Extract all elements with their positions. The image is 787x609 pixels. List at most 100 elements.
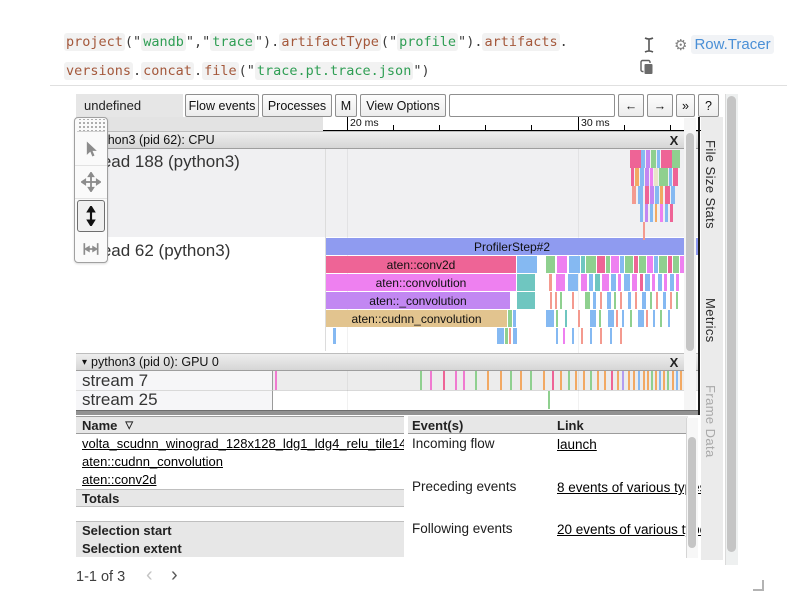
gpu-kernel-slice[interactable] — [655, 371, 657, 390]
gpu-kernel-slice[interactable] — [520, 371, 522, 390]
trace-event-slice[interactable] — [643, 222, 645, 240]
gpu-kernel-slice[interactable] — [510, 371, 512, 390]
trace-event-slice[interactable] — [620, 256, 624, 273]
trace-event-slice[interactable] — [665, 204, 668, 222]
cpu-section-close-button[interactable]: X — [664, 131, 684, 149]
query-expression-line-2[interactable]: versions.concat.file("trace.pt.trace.jso… — [64, 62, 430, 84]
trace-event-slice[interactable] — [568, 274, 578, 291]
name-table-row[interactable]: aten::conv2d — [76, 470, 404, 488]
trace-event-slice[interactable] — [661, 150, 672, 168]
gpu-kernel-slice[interactable] — [548, 391, 550, 409]
gpu-kernel-slice[interactable] — [583, 371, 585, 390]
trace-event-slice[interactable] — [614, 292, 616, 309]
pagination-prev-button[interactable]: ‹ — [146, 564, 153, 587]
gear-icon[interactable]: ⚙ — [674, 36, 687, 54]
resize-grip[interactable] — [753, 580, 764, 591]
cpu-process-header[interactable]: ▾ python3 (pid 62): CPU — [76, 131, 698, 149]
trace-event-slice[interactable] — [630, 150, 641, 168]
zoom-tool-button[interactable] — [77, 200, 105, 232]
trace-event-slice[interactable] — [586, 256, 596, 273]
trace-event-slice[interactable] — [569, 256, 580, 273]
trace-event-slice[interactable] — [509, 328, 511, 344]
gpu-kernel-slice[interactable] — [500, 371, 502, 390]
gpu-kernel-slice[interactable] — [463, 371, 465, 390]
trace-event-slice[interactable] — [590, 310, 596, 327]
trace-event-slice[interactable] — [645, 168, 649, 186]
trace-event-slice[interactable] — [600, 292, 602, 309]
gpu-kernel-slice[interactable] — [275, 371, 277, 390]
trace-event-slice[interactable] — [572, 292, 574, 309]
trace-event-slice[interactable] — [611, 256, 619, 273]
trace-event-slice[interactable] — [656, 292, 658, 309]
trace-event-slice[interactable] — [634, 256, 638, 273]
gpu-kernel-slice[interactable] — [475, 371, 477, 390]
trace-event-slice[interactable] — [517, 274, 535, 291]
trace-event-slice[interactable] — [655, 186, 659, 204]
gpu-kernel-slice[interactable] — [543, 371, 545, 390]
trace-event-slice[interactable] — [581, 328, 583, 344]
event-flow-link-text[interactable]: launch — [557, 437, 597, 452]
stream-25-track[interactable] — [273, 391, 698, 410]
side-tab-file-size-stats[interactable]: File Size Stats — [703, 140, 718, 229]
query-expression-line-1[interactable]: project("wandb", "trace").artifactType("… — [64, 33, 568, 55]
trace-event-slice[interactable] — [663, 292, 666, 309]
trace-event-slice[interactable] — [657, 150, 660, 168]
trace-event-slice[interactable] — [610, 328, 612, 344]
trace-event-slice[interactable] — [645, 274, 650, 291]
trace-event-slice[interactable] — [635, 168, 639, 186]
event-flow-link[interactable]: launch — [557, 436, 597, 454]
gpu-kernel-slice[interactable] — [443, 371, 445, 390]
trace-event-slice[interactable] — [669, 168, 672, 186]
gpu-kernel-slice[interactable] — [530, 371, 532, 390]
trace-event-slice[interactable] — [616, 310, 618, 327]
name-column-header[interactable]: Name ▽ — [76, 416, 404, 434]
gpu-kernel-slice[interactable] — [628, 371, 630, 390]
sort-icon[interactable]: ▽ — [125, 420, 133, 431]
gpu-kernel-slice[interactable] — [420, 371, 422, 390]
trace-event-slice[interactable] — [650, 186, 654, 204]
text-cursor-icon[interactable] — [642, 36, 656, 59]
trace-event-slice[interactable] — [671, 186, 675, 204]
trace-event-slice[interactable] — [640, 204, 643, 222]
trace-event-slice[interactable] — [597, 256, 605, 273]
trace-event-slice[interactable] — [670, 204, 673, 222]
trace-event-slice[interactable] — [645, 204, 648, 222]
trace-event-slice[interactable] — [650, 292, 652, 309]
trace-event-slice[interactable] — [645, 186, 649, 204]
tracer-label[interactable]: Row.Tracer — [691, 35, 773, 54]
trace-event-slice[interactable] — [593, 292, 596, 309]
trace-event-slice[interactable] — [557, 256, 567, 273]
trace-event-slice[interactable] — [590, 328, 592, 344]
trace-event-slice[interactable] — [606, 256, 610, 273]
find-previous-button[interactable]: ← — [618, 94, 644, 117]
gpu-kernel-slice[interactable] — [617, 371, 619, 390]
flow-events-button[interactable]: Flow events — [185, 94, 259, 117]
trace-event-slice[interactable] — [556, 328, 558, 344]
trace-event-slice[interactable] — [660, 310, 662, 327]
trace-event-slice[interactable] — [668, 256, 672, 273]
trace-event-slice[interactable] — [556, 310, 558, 327]
palette-drag-handle[interactable] — [77, 119, 105, 132]
trace-event-slice[interactable] — [620, 292, 622, 309]
trace-event-slice[interactable] — [668, 310, 670, 327]
pan-tool-button[interactable] — [75, 166, 107, 199]
trace-event-slice[interactable] — [670, 292, 672, 309]
side-tab-metrics[interactable]: Metrics — [703, 298, 718, 343]
trace-event-slice[interactable] — [646, 150, 650, 168]
gpu-kernel-slice[interactable] — [575, 371, 577, 390]
select-tool-button[interactable] — [75, 133, 107, 166]
trace-event-slice[interactable] — [607, 292, 611, 309]
collapse-icon[interactable]: ▾ — [82, 357, 87, 368]
trace-event-slice[interactable] — [641, 150, 645, 168]
trace-event-slice[interactable] — [670, 274, 674, 291]
trace-event-slice[interactable] — [635, 292, 637, 309]
trace-event-slice[interactable] — [672, 150, 680, 168]
event-name-link[interactable]: aten::cudnn_convolution — [82, 454, 223, 469]
trace-event-slice[interactable] — [659, 168, 668, 186]
time-ruler[interactable]: 20 ms30 ms — [323, 117, 713, 131]
outer-scrollbar-thumb[interactable] — [727, 96, 736, 552]
trace-event-slice[interactable] — [632, 274, 637, 291]
gpu-kernel-slice[interactable] — [611, 371, 613, 390]
trace-event-slice[interactable] — [620, 328, 622, 344]
gpu-kernel-slice[interactable] — [680, 371, 682, 390]
